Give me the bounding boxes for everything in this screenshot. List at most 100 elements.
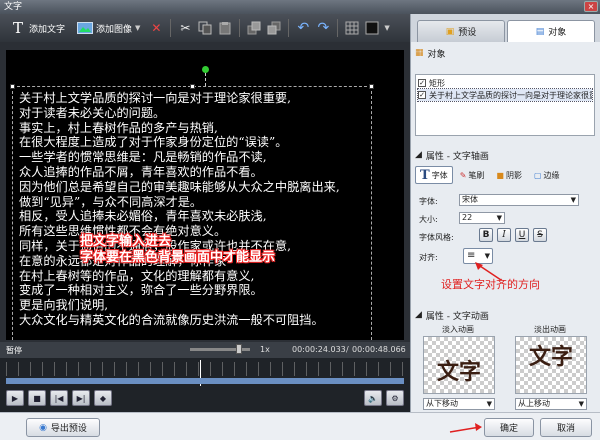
font-label: 字体: [419, 197, 438, 206]
strikethrough-button[interactable]: S [533, 228, 547, 242]
tab-border[interactable]: ▢ 边缘 [529, 166, 565, 184]
bold-button[interactable]: B [479, 228, 493, 242]
zoom-slider-thumb[interactable] [236, 344, 242, 354]
rotate-handle[interactable] [202, 66, 209, 73]
text-line: 在村上春树等的作品，文化的理解都有意义, [19, 268, 255, 283]
export-preset-button[interactable]: ◉ 导出预设 [26, 418, 100, 437]
zoom-slider[interactable] [190, 344, 250, 354]
collapse-icon: ◢ [415, 150, 422, 160]
panel-tabs: ▣ 预设 ▤ 对象 [411, 14, 600, 42]
font-T-icon: T [420, 167, 430, 183]
font-style-label: 字体风格: [419, 233, 454, 242]
anim-section-header[interactable]: ◢ 属性 - 文字动画 [415, 308, 597, 322]
bring-forward-icon[interactable] [246, 20, 262, 36]
tab-shadow[interactable]: ■ 阴影 [491, 166, 527, 184]
fade-out-select[interactable]: 从上移动 ▼ [515, 398, 587, 410]
text-line: 大众文化与精英文化的合流就像历史洪流一般不可阻挡。 [19, 312, 324, 327]
text-line: 因为他们总是希望自己的审美趣味能够从大众之中脱离出来, [19, 179, 340, 194]
list-item[interactable]: ✓ 关于村上文学品质的探讨一向是对于理论家很重... [417, 88, 593, 102]
add-text-label: 添加文字 [29, 24, 66, 35]
tab-brush[interactable]: ✎ 笔刷 [455, 166, 490, 184]
add-text-button[interactable]: T 添加文字 [6, 17, 69, 39]
objects-section-header[interactable]: ▦ 对象 [415, 46, 597, 60]
total-time: 00:00:48.066 [352, 345, 406, 354]
close-window-button[interactable]: × [584, 1, 598, 12]
list-item[interactable]: ✓ 矩形 [418, 77, 592, 89]
background-color-icon[interactable] [364, 20, 380, 36]
text-line: 事实上，村上春树作品的多产与热销, [19, 120, 218, 135]
redo-icon[interactable]: ↷ [315, 20, 331, 36]
chevron-down-icon[interactable]: ▼ [135, 24, 140, 32]
canvas-area: 关于村上文学品质的探讨一向是对于理论家很重要, 对于读者未必关心的问题。 事实上… [0, 42, 410, 352]
object-visible-checkbox[interactable]: ✓ [418, 91, 426, 99]
ok-button[interactable]: 确定 [484, 418, 534, 437]
stop-icon[interactable]: ■ [28, 390, 46, 406]
chevron-down-icon: ▼ [496, 214, 502, 222]
text-T-icon: T [12, 19, 23, 37]
text-props-section-header[interactable]: ◢ 属性 - 文字轴画 [415, 148, 597, 162]
settings-icon[interactable]: ⚙ [386, 390, 404, 406]
export-preset-label: 导出预设 [50, 424, 87, 434]
video-canvas[interactable]: 关于村上文学品质的探讨一向是对于理论家很重要, 对于读者未必关心的问题。 事实上… [6, 50, 404, 352]
chevron-down-icon[interactable]: ▼ [384, 24, 389, 32]
send-backward-icon[interactable] [266, 20, 282, 36]
tab-presets-label: 预设 [458, 28, 477, 38]
copy-icon[interactable] [197, 20, 213, 36]
tab-presets[interactable]: ▣ 预设 [417, 20, 505, 42]
annotation-align-direction: 设置文字对齐的方向 [441, 278, 540, 291]
tab-font-label: 字体 [431, 170, 448, 180]
fade-out-label: 淡出动画 [534, 325, 566, 334]
add-image-label: 添加图像 [96, 24, 133, 35]
ok-label: 确定 [499, 424, 518, 434]
cancel-button[interactable]: 取消 [540, 418, 592, 437]
timeline-track[interactable] [6, 378, 404, 384]
object-visible-checkbox[interactable]: ✓ [418, 79, 426, 87]
rotate-guide-line [205, 73, 206, 86]
resize-handle-tl[interactable] [10, 84, 15, 89]
fade-in-select[interactable]: 从下移动 ▼ [423, 398, 495, 410]
fade-in-label: 淡入动画 [442, 325, 474, 334]
chevron-down-icon: ▼ [486, 400, 492, 408]
resize-handle-tr[interactable] [369, 84, 374, 89]
grid-icon[interactable] [344, 20, 360, 36]
cut-icon[interactable]: ✂ [177, 20, 193, 36]
skip-end-icon[interactable]: ▶| [72, 390, 90, 406]
anim-section-title: 属性 - 文字动画 [425, 311, 489, 322]
fade-in-preview[interactable]: 文字 [423, 336, 495, 394]
skip-start-icon[interactable]: |◀ [50, 390, 68, 406]
playback-controls: ▶ ■ |◀ ▶| ◆ 🔈 ⚙ [6, 388, 404, 408]
text-line: 关于村上文学品质的探讨一向是对于理论家很重要, [19, 91, 291, 105]
align-left-icon: ≡ [467, 250, 476, 261]
resize-handle-top[interactable] [190, 84, 195, 89]
export-icon: ◉ [39, 422, 47, 433]
play-icon[interactable]: ▶ [6, 390, 24, 406]
text-line: 在很大程度上造成了对于作家身份定位的“误读”。 [19, 135, 288, 150]
objects-tab-icon: ▤ [535, 26, 545, 37]
add-keyframe-icon[interactable]: ◆ [94, 390, 112, 406]
fade-in-value: 从下移动 [426, 399, 458, 408]
toolbar-separator [288, 19, 290, 37]
shadow-icon: ■ [496, 170, 504, 180]
add-image-button[interactable]: 添加图像 ▼ [73, 17, 144, 39]
text-line: 对于读者未必关心的问题。 [19, 105, 166, 120]
text-line: 相反，受人追捧未必媚俗，青年喜欢未必肤浅, [19, 209, 267, 224]
size-value: 22 [462, 213, 473, 222]
paste-icon[interactable] [217, 20, 233, 36]
text-object[interactable]: 关于村上文学品质的探讨一向是对于理论家很重要, 对于读者未必关心的问题。 事实上… [10, 84, 374, 352]
fade-out-preview[interactable]: 文字 [515, 336, 587, 394]
window-title: 文字 [4, 2, 23, 12]
tab-font[interactable]: T 字体 [415, 166, 453, 184]
italic-button[interactable]: I [497, 228, 511, 242]
current-time: 00:00:24.033 [292, 345, 346, 354]
size-select[interactable]: 22 ▼ [459, 212, 505, 224]
font-select[interactable]: 宋体 ▼ [459, 194, 579, 206]
volume-icon[interactable]: 🔈 [364, 390, 382, 406]
underline-button[interactable]: U [515, 228, 529, 242]
timeline-ruler[interactable] [6, 362, 404, 376]
text-props-section-title: 属性 - 文字轴画 [425, 151, 489, 162]
annotation-black-bg: 字体要在黑色背景画面中才能显示 [80, 250, 276, 265]
delete-icon[interactable]: ✕ [148, 20, 164, 36]
undo-icon[interactable]: ↶ [295, 20, 311, 36]
object-label: 关于村上文学品质的探讨一向是对于理论家很重... [429, 90, 592, 100]
tab-objects[interactable]: ▤ 对象 [507, 20, 595, 42]
